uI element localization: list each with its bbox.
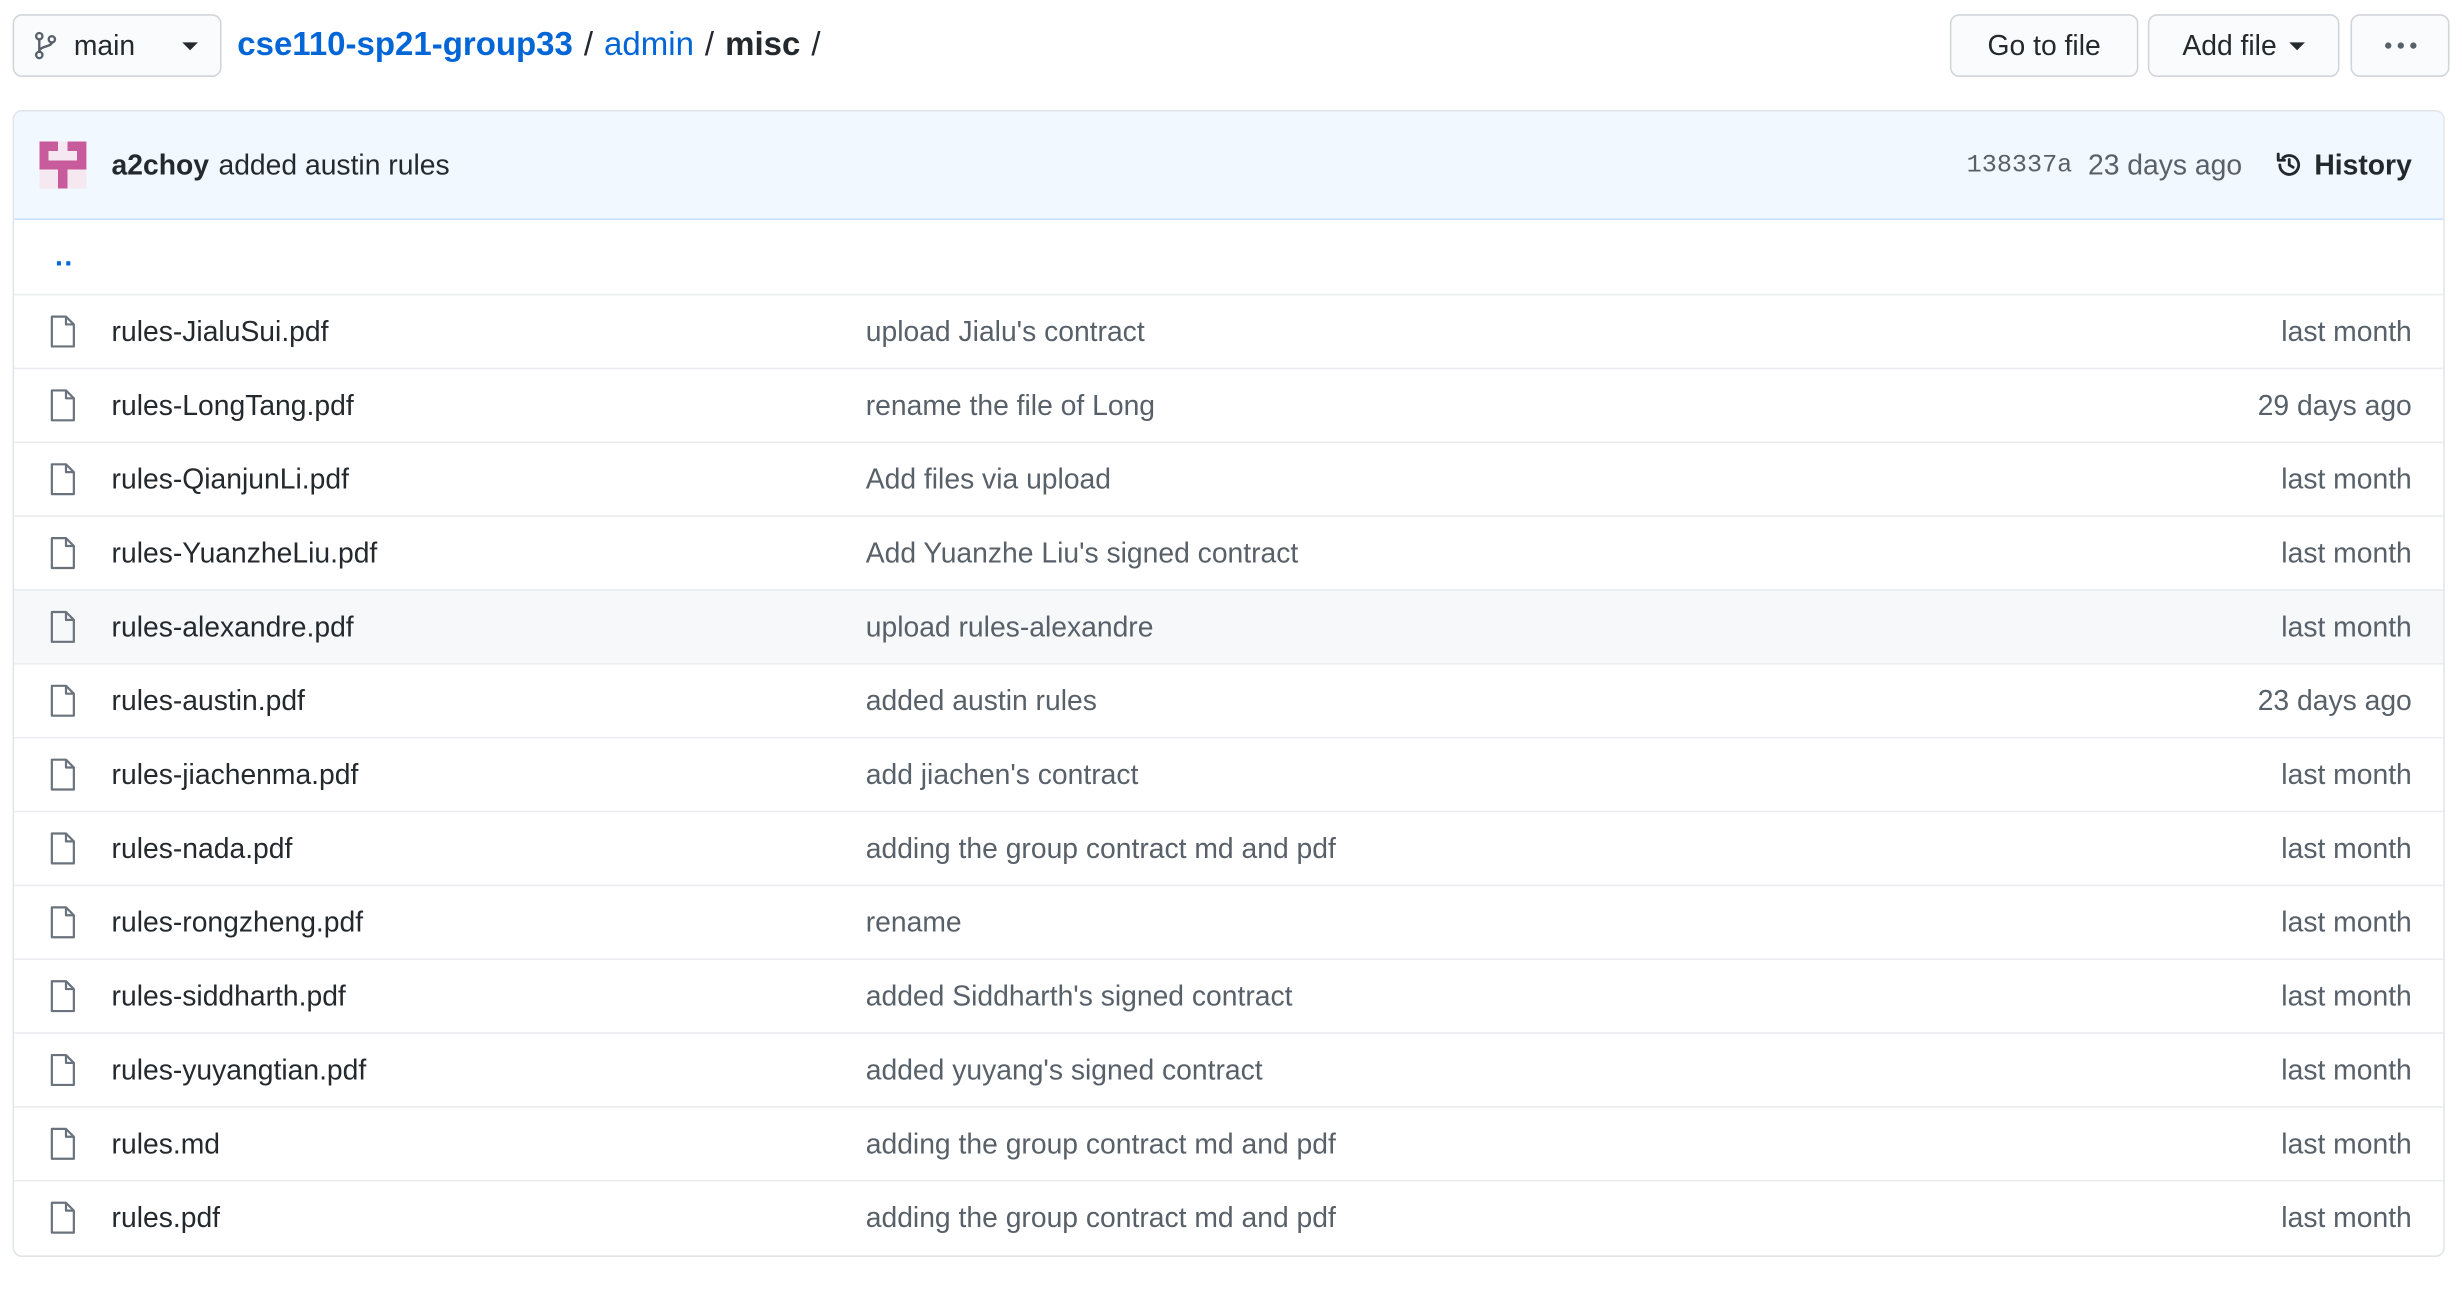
file-name-link[interactable]: rules-siddharth.pdf (112, 980, 866, 1013)
go-to-file-button[interactable]: Go to file (1949, 14, 2139, 77)
file-commit-age: last month (2281, 1053, 2412, 1085)
file-row[interactable]: rules-austin.pdf added austin rules 23 day… (14, 663, 2444, 737)
file-icon (49, 831, 77, 866)
file-row[interactable]: rules-JialuSui.pdf upload Jialu's contrac… (14, 293, 2444, 368)
history-label: History (2314, 148, 2412, 180)
file-name-link[interactable]: rules-JialuSui.pdf (112, 315, 866, 348)
file-name-link[interactable]: rules-yuyangtian.pdf (112, 1053, 866, 1086)
more-options-button[interactable] (2350, 14, 2450, 77)
file-commit-age: last month (2281, 979, 2412, 1012)
breadcrumb: cse110-sp21-group33 / admin / misc / (237, 14, 831, 77)
file-name-link[interactable]: rules-YuanzheLiu.pdf (112, 537, 866, 570)
file-icon (49, 610, 77, 645)
file-name-link[interactable]: rules.pdf (112, 1201, 866, 1234)
file-commit-age: last month (2281, 905, 2412, 938)
file-commit-age: last month (2281, 462, 2412, 495)
breadcrumb-admin-link[interactable]: admin (604, 27, 694, 65)
file-row[interactable]: rules.pdf adding the group contract md an… (14, 1179, 2444, 1254)
file-commit-message-link[interactable]: Add Yuanzhe Liu's signed contract (866, 537, 2282, 570)
commit-message-link[interactable]: added austin rules (218, 148, 449, 181)
file-commit-message-link[interactable]: Add files via upload (866, 463, 2282, 496)
file-commit-message-link[interactable]: added yuyang's signed contract (866, 1053, 2282, 1086)
file-icon (49, 683, 77, 718)
file-icon (49, 1053, 77, 1088)
chevron-down-icon (2289, 41, 2305, 50)
file-commit-message-link[interactable]: add jiachen's contract (866, 758, 2282, 791)
file-row[interactable]: rules-QianjunLi.pdf Add files via upload l… (14, 441, 2444, 516)
parent-directory-row[interactable]: .. (14, 220, 2443, 294)
file-row[interactable]: rules-rongzheng.pdf rename last month (14, 884, 2444, 959)
latest-commit-bar: a2choy added austin rules 138337a 23 day… (14, 111, 2444, 220)
commit-sha-link[interactable]: 138337a (1967, 151, 2073, 179)
history-link[interactable]: History (2274, 148, 2412, 181)
add-file-label: Add file (2182, 29, 2277, 61)
breadcrumb-repo-link[interactable]: cse110-sp21-group33 (237, 27, 573, 65)
add-file-button[interactable]: Add file (2147, 14, 2340, 77)
file-row[interactable]: rules-alexandre.pdf upload rules-alexandr… (14, 589, 2444, 664)
parent-directory-link[interactable]: .. (49, 240, 74, 273)
file-row[interactable]: rules-jiachenma.pdf add jiachen's contrac… (14, 736, 2444, 811)
file-icon (49, 536, 77, 571)
file-icon (49, 314, 77, 349)
file-icon (49, 388, 77, 423)
chevron-down-icon (182, 41, 198, 50)
file-commit-message-link[interactable]: rename the file of Long (866, 389, 2258, 422)
file-commit-age: last month (2281, 1201, 2412, 1233)
file-name-link[interactable]: rules-alexandre.pdf (112, 610, 866, 643)
file-rows: rules-JialuSui.pdf upload Jialu's contrac… (14, 293, 2444, 1254)
file-commit-message-link[interactable]: adding the group contract md and pdf (866, 832, 2282, 865)
file-row[interactable]: rules-yuyangtian.pdf added yuyang's signe… (14, 1032, 2444, 1106)
commit-meta: 138337a 23 days ago History (1967, 148, 2412, 181)
breadcrumb-current-folder: misc (725, 26, 801, 63)
file-name-link[interactable]: rules-QianjunLi.pdf (112, 463, 866, 496)
file-commit-age: 29 days ago (2257, 388, 2412, 421)
file-commit-age: last month (2281, 315, 2412, 347)
file-name-link[interactable]: rules-jiachenma.pdf (112, 758, 866, 791)
file-icon (49, 905, 77, 940)
file-commit-message-link[interactable]: adding the group contract md and pdf (866, 1201, 2282, 1234)
file-row[interactable]: rules-siddharth.pdf added Siddharth's sig… (14, 958, 2444, 1032)
commit-time: 23 days ago (2087, 148, 2243, 180)
go-to-file-label: Go to file (1987, 29, 2101, 61)
git-branch-icon (34, 31, 57, 60)
file-commit-message-link[interactable]: upload Jialu's contract (866, 315, 2282, 348)
file-list-box: a2choy added austin rules 138337a 23 day… (12, 109, 2445, 1257)
file-commit-message-link[interactable]: upload rules-alexandre (866, 610, 2282, 643)
breadcrumb-separator: / (811, 26, 821, 63)
file-name-link[interactable]: rules.md (112, 1127, 866, 1160)
file-commit-age: 23 days ago (2257, 684, 2412, 716)
commit-author-link[interactable]: a2choy (112, 148, 209, 181)
breadcrumb-separator: / (704, 26, 715, 63)
file-row[interactable]: rules.md adding the group contract md and… (14, 1106, 2444, 1180)
file-commit-age: last month (2281, 536, 2412, 568)
file-name-link[interactable]: rules-austin.pdf (112, 684, 866, 717)
branch-name: main (73, 29, 136, 61)
file-commit-message-link[interactable]: rename (866, 906, 2282, 939)
repo-file-browser: main cse110-sp21-group33 / admin / misc … (0, 0, 2462, 1293)
file-name-link[interactable]: rules-nada.pdf (112, 832, 866, 865)
file-name-link[interactable]: rules-LongTang.pdf (112, 389, 866, 422)
file-commit-message-link[interactable]: adding the group contract md and pdf (866, 1127, 2282, 1160)
file-commit-age: last month (2281, 831, 2412, 864)
breadcrumb-separator: / (583, 26, 594, 63)
file-commit-age: last month (2281, 758, 2412, 790)
file-commit-age: last month (2281, 1127, 2412, 1159)
file-icon (49, 1200, 77, 1235)
file-icon (49, 979, 77, 1014)
file-commit-message-link[interactable]: added austin rules (866, 684, 2258, 717)
file-icon (49, 1127, 77, 1162)
file-row[interactable]: rules-YuanzheLiu.pdf Add Yuanzhe Liu's si… (14, 515, 2444, 589)
file-name-link[interactable]: rules-rongzheng.pdf (112, 906, 866, 939)
file-row[interactable]: rules-LongTang.pdf rename the file of Lon… (14, 367, 2444, 442)
file-commit-age: last month (2281, 610, 2412, 642)
file-icon (49, 757, 77, 792)
branch-select-button[interactable]: main (12, 14, 222, 77)
history-icon (2276, 152, 2301, 176)
file-row[interactable]: rules-nada.pdf adding the group contract … (14, 810, 2444, 885)
kebab-horizontal-icon (2384, 42, 2416, 49)
file-commit-message-link[interactable]: added Siddharth's signed contract (866, 980, 2282, 1013)
file-navigation: main cse110-sp21-group33 / admin / misc … (12, 14, 2450, 80)
file-icon (49, 462, 77, 497)
avatar[interactable] (39, 141, 87, 189)
